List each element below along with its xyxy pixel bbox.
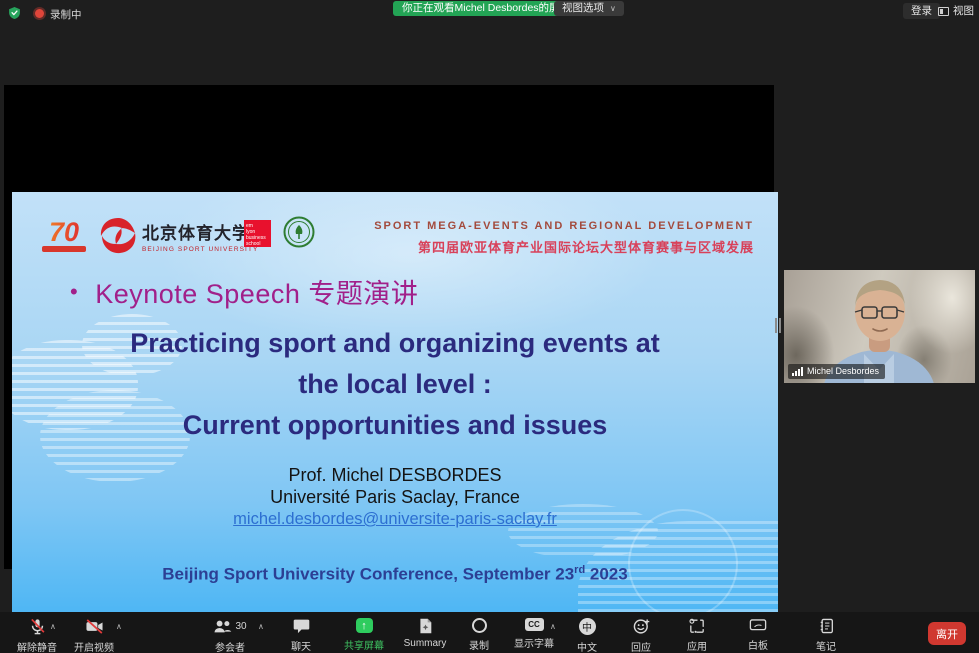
bsu-english-name: BEIJING SPORT UNIVERSITY [142,246,252,253]
view-options-dropdown[interactable]: 视图选项 ∨ [554,1,624,16]
watching-screen-banner: 你正在观看Michel Desbordes的屏幕 [393,1,579,16]
participant-video-tile[interactable]: Michel Desbordes [784,270,975,383]
emlyon-logo: em lyon business school [244,220,271,247]
keynote-text: Keynote Speech 专题演讲 [95,272,418,311]
bullet-icon: • [70,279,78,305]
start-video-label: 开启视频 [74,639,114,653]
title-line-1: Practicing sport and organizing events a… [12,323,778,364]
anniversary-70-number: 70 [38,218,90,246]
signal-strength-icon [792,367,803,376]
reactions-label: 回应 [631,639,651,653]
record-label: 录制 [469,637,489,652]
bsu-swirl-logo-icon [98,216,138,256]
participants-icon [213,619,232,634]
presentation-slide: 70 北京体育大学 BEIJING SPORT UNIVERSITY em ly… [12,192,778,629]
whiteboard-button[interactable]: 白板 [726,618,790,652]
speaker-block: Prof. Michel DESBORDES Université Paris … [12,465,778,531]
camera-off-icon [85,618,104,635]
participants-options-caret[interactable]: ∧ [258,622,264,631]
green-emblem-logo-icon [283,216,315,248]
view-options-label: 视图选项 [562,1,604,16]
participants-button[interactable]: 30 参会者 [198,618,262,653]
view-button[interactable]: 视图 [938,3,974,19]
leave-meeting-button[interactable]: 离开 [928,622,966,645]
footer-year: 2023 [585,565,628,584]
chevron-down-icon: ∨ [610,1,616,16]
summary-doc-icon [418,618,433,634]
summary-label: Summary [404,638,447,649]
keynote-heading: • Keynote Speech 专题演讲 [70,272,418,311]
title-line-2: the local level : [12,364,778,405]
notes-icon [819,618,834,634]
language-icon: 中 [579,618,596,635]
apps-icon [689,618,705,634]
bsu-chinese-name: 北京体育大学 [142,219,252,244]
footer-ordinal: rd [574,564,585,576]
closed-captions-icon: CC [525,618,544,631]
recording-label: 录制中 [50,7,82,22]
meeting-toolbar: 解除静音 ∧ 开启视频 ∧ 30 参会者 ∧ 聊天 ↑ [0,612,979,653]
language-label: 中文 [577,639,597,653]
participant-name: Michel Desbordes [807,364,879,379]
share-screen-icon: ↑ [356,618,373,633]
conference-title-zh: 第四届欧亚体育产业国际论坛大型体育赛事与区域发展 [418,237,754,256]
video-options-caret[interactable]: ∧ [116,622,122,631]
participant-name-tag: Michel Desbordes [788,364,885,379]
share-screen-button[interactable]: ↑ 共享屏幕 [332,618,396,652]
anniversary-70-logo: 70 [38,218,90,252]
apps-label: 应用 [687,638,707,653]
view-layout-icon [938,7,949,16]
speaker-email-link: michel.desbordes@universite-paris-saclay… [233,510,557,528]
notes-button[interactable]: 笔记 [794,618,858,653]
chat-bubble-icon [293,618,310,634]
unmute-label: 解除静音 [17,639,57,653]
security-shield-icon[interactable] [8,6,21,20]
recording-indicator-icon[interactable] [35,9,44,18]
whiteboard-label: 白板 [748,637,768,652]
footer-main: Beijing Sport University Conference, Sep… [162,565,574,584]
conference-date-line: Beijing Sport University Conference, Sep… [12,564,778,585]
apps-button[interactable]: 应用 [665,618,729,653]
captions-label: 显示字幕 [514,635,554,650]
participants-label: 参会者 [215,639,245,653]
participants-count: 30 [235,621,246,632]
speaker-name: Prof. Michel DESBORDES [12,465,778,487]
view-button-label: 视图 [953,3,974,19]
emlyon-line: business school [246,235,269,247]
title-line-3: Current opportunities and issues [12,405,778,446]
unmute-button[interactable]: 解除静音 [5,618,69,653]
shared-screen-region: 70 北京体育大学 BEIJING SPORT UNIVERSITY em ly… [4,85,774,569]
share-screen-label: 共享屏幕 [344,637,384,652]
chat-button[interactable]: 聊天 [269,618,333,653]
panel-resize-handle[interactable] [775,318,781,333]
reactions-smiley-icon [633,618,650,635]
reactions-button[interactable]: 回应 [609,618,673,653]
top-bar: 录制中 你正在观看Michel Desbordes的屏幕 视图选项 ∨ 登录 视… [0,0,979,22]
conference-title-en: SPORT MEGA-EVENTS AND REGIONAL DEVELOPME… [374,220,754,232]
record-circle-icon [472,618,487,633]
slide-main-title: Practicing sport and organizing events a… [12,323,778,446]
bsu-wordmark: 北京体育大学 BEIJING SPORT UNIVERSITY [142,219,252,253]
notes-label: 笔记 [816,638,836,653]
whiteboard-icon [749,618,767,633]
microphone-muted-icon [29,618,46,635]
chat-label: 聊天 [291,638,311,653]
sign-in-button[interactable]: 登录 [903,3,940,19]
speaker-affiliation: Université Paris Saclay, France [12,487,778,509]
unmute-options-caret[interactable]: ∧ [50,622,56,631]
